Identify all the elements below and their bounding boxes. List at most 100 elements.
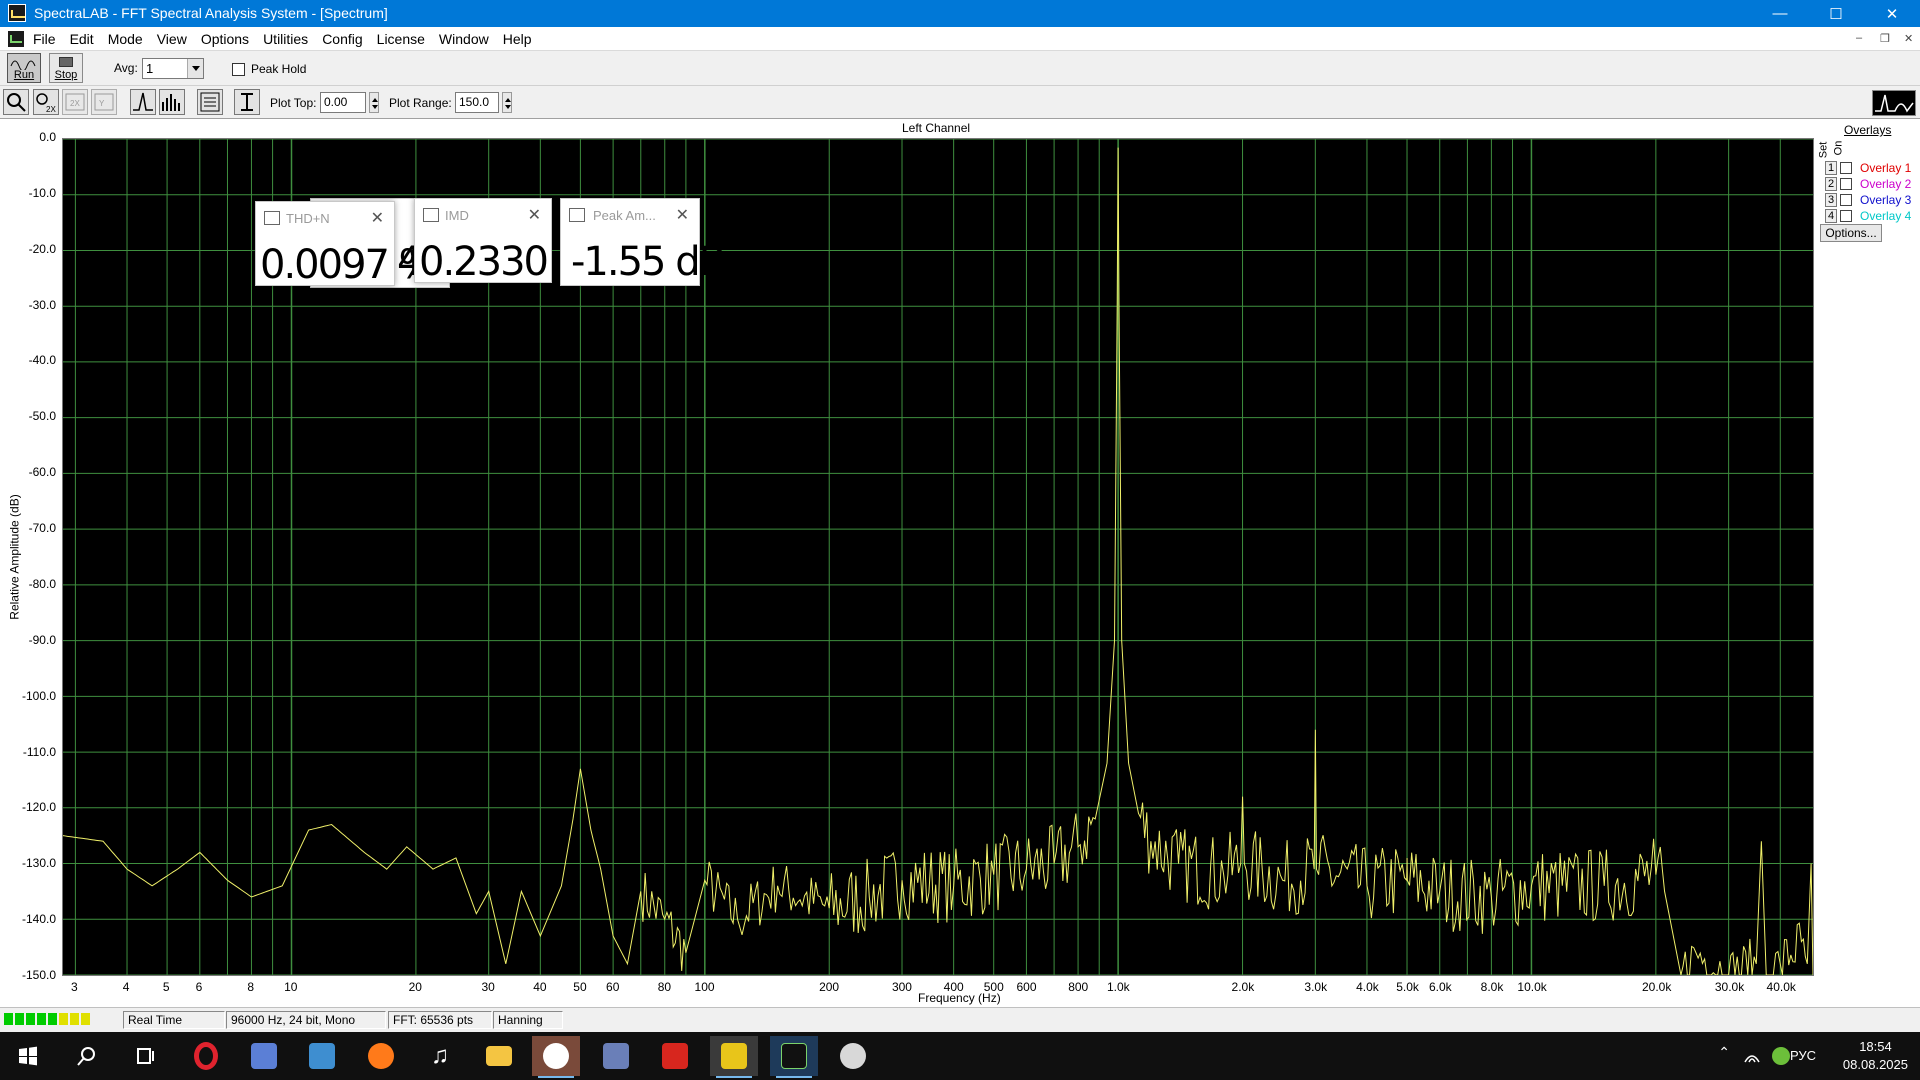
close-icon[interactable]: ✕ [676,205,689,225]
yandex-browser-icon[interactable] [532,1036,580,1078]
clock[interactable]: 18:54 08.08.2025 [1843,1038,1908,1074]
menu-help[interactable]: Help [503,31,532,47]
status-format: 96000 Hz, 24 bit, Mono [226,1011,386,1029]
menu-utilities[interactable]: Utilities [263,31,308,47]
zoom-out-y-button[interactable]: Y [91,89,117,115]
acquisition-toolbar: Run Stop Avg: 1 Peak Hold [0,51,1920,86]
menu-edit[interactable]: Edit [70,31,94,47]
stop-button[interactable]: Stop [49,53,83,83]
firefox-icon[interactable] [357,1036,405,1076]
pdf-reader-icon[interactable] [651,1036,699,1076]
level-led [15,1013,24,1025]
plot-top-input[interactable]: 0.00 [320,92,366,113]
cursor-button[interactable] [234,89,260,115]
close-button[interactable]: ✕ [1864,0,1920,27]
overlays-header: Overlays [1844,123,1892,137]
task-view-icon[interactable] [121,1036,169,1076]
menu-license[interactable]: License [377,31,425,47]
mdi-close-button[interactable]: ✕ [1904,32,1913,45]
y-tick-label: -20.0 [28,241,56,256]
spectrum-view-icon[interactable] [1872,90,1916,116]
imd-meter-window[interactable]: IMD ✕ 0.2330 % [414,198,596,285]
overlay-options-button[interactable]: Options... [1820,224,1882,242]
overlay-label: Overlay 3 [1860,192,1912,207]
opera-icon[interactable] [182,1036,230,1076]
status-mode: Real Time [123,1011,225,1029]
file-explorer-icon[interactable] [475,1036,523,1076]
x-tick-label: 500 [983,980,1004,994]
thdn-meter-window[interactable]: THD+N ✕ 0.0097 % [255,201,437,288]
zoom-button[interactable] [3,89,29,115]
level-led [70,1013,79,1025]
y-tick-label: -50.0 [28,409,56,424]
avg-label: Avg: [114,61,138,75]
mdi-restore-button[interactable]: ❐ [1880,32,1890,45]
minimize-button[interactable]: — [1752,0,1808,27]
paint-icon[interactable] [829,1036,877,1076]
menu-options[interactable]: Options [201,31,249,47]
close-icon[interactable]: ✕ [528,205,541,225]
menu-window[interactable]: Window [439,31,489,47]
zoom-in-x-button[interactable]: 2X [33,89,59,115]
display-toolbar: 2X 2X Y Plot Top: 0.00 Plot Range: 150.0 [0,87,1920,119]
peak-plot-button[interactable] [130,89,156,115]
overlay-set-button[interactable]: 3 [1825,192,1837,207]
imd-meter-title: IMD [445,208,469,223]
x-tick-label: 60 [606,980,620,994]
chevron-up-icon[interactable]: ⌃ [1718,1044,1730,1061]
menu-file[interactable]: File [33,31,56,47]
start-icon[interactable] [4,1036,52,1076]
overlay-set-button[interactable]: 1 [1825,160,1837,175]
overlay-on-checkbox[interactable] [1840,161,1852,174]
peak-amplitude-meter-window[interactable]: Peak Am... ✕ -1.55 dB [560,198,726,286]
overlay-set-button[interactable]: 4 [1825,208,1837,223]
document-icon[interactable] [8,31,24,47]
overlay-set-button[interactable]: 2 [1825,176,1837,191]
language-indicator[interactable]: РУС [1790,1048,1816,1063]
overlay-on-checkbox[interactable] [1840,177,1852,190]
plot-title: Left Channel [902,121,971,135]
zoom-out-x-button[interactable]: 2X [62,89,88,115]
clock-date: 08.08.2025 [1842,1057,1908,1072]
gallery-app-icon[interactable] [710,1036,758,1078]
mdi-minimize-button[interactable]: – [1856,32,1862,44]
overlay-on-checkbox[interactable] [1840,193,1852,206]
settings-button[interactable] [197,89,223,115]
avg-select[interactable]: 1 [142,58,204,79]
wifi-icon[interactable] [1742,1046,1762,1066]
search-icon[interactable] [63,1036,111,1076]
windows-logo-icon [19,1046,37,1066]
x-tick-label: 4 [122,980,130,994]
calculator-logo [251,1043,277,1069]
chevron-down-icon[interactable] [187,59,203,78]
opera-logo [194,1042,218,1070]
meter-icon [569,208,585,222]
peak-hold-checkbox[interactable] [232,63,245,76]
meter-icon [423,208,439,222]
overlay-on-checkbox[interactable] [1840,209,1852,222]
x-tick-label: 100 [694,980,715,994]
menu-mode[interactable]: Mode [108,31,143,47]
menu-config[interactable]: Config [322,31,362,47]
network-status-icon[interactable] [1772,1047,1790,1065]
plot-top-spinner[interactable] [369,92,379,113]
plot-range-input[interactable]: 150.0 [455,92,499,113]
run-button[interactable]: Run [7,53,41,83]
control-panel-icon[interactable] [298,1036,346,1076]
music-icon[interactable]: ♫ [416,1036,464,1076]
close-icon[interactable]: ✕ [371,208,384,228]
spectralab-icon[interactable] [770,1036,818,1078]
bar-plot-button[interactable] [159,89,185,115]
magnifier-icon [77,1047,95,1066]
x-tick-label: 8 [247,980,254,994]
task-view-glyph [137,1048,154,1064]
y-tick-label: -110.0 [22,744,56,759]
calculator-icon[interactable] [240,1036,288,1076]
audio-app-icon[interactable] [592,1036,640,1076]
music-note-glyph: ♫ [431,1042,449,1069]
x-tick-label: 5 [162,980,170,994]
y-axis-label: Relative Amplitude (dB) [7,494,22,620]
maximize-button[interactable]: ☐ [1808,0,1864,27]
plot-range-spinner[interactable] [502,92,512,113]
menu-view[interactable]: View [157,31,187,47]
